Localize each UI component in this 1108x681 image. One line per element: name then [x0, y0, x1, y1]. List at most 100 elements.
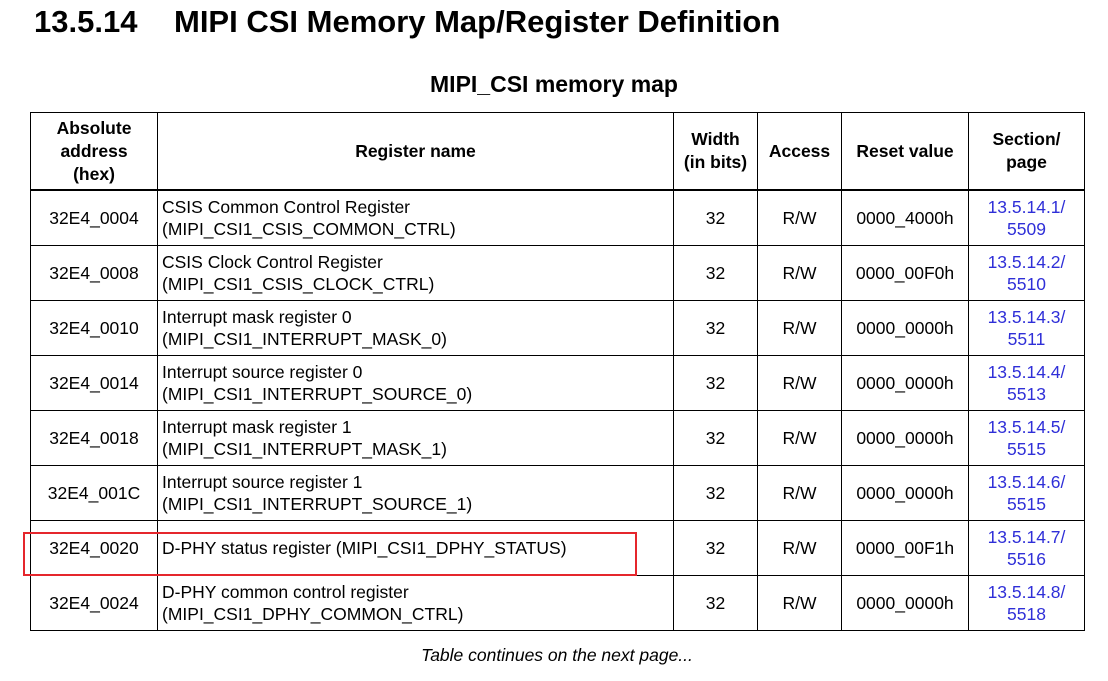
- register-name-line: D-PHY common control register: [162, 582, 409, 602]
- cell-address: 32E4_001C: [30, 465, 158, 521]
- register-name-line: CSIS Clock Control Register: [162, 252, 383, 272]
- cell-register-name: CSIS Common Control Register (MIPI_CSI1_C…: [157, 189, 674, 246]
- register-name-line: (MIPI_CSI1_INTERRUPT_MASK_1): [162, 439, 447, 459]
- section-link-line[interactable]: 5516: [973, 548, 1080, 570]
- section-link-line[interactable]: 13.5.14.5/: [973, 416, 1080, 438]
- cell-address: 32E4_0018: [30, 410, 158, 466]
- section-link-line[interactable]: 5518: [973, 603, 1080, 625]
- header-absolute-address: Absolute address (hex): [30, 112, 158, 191]
- cell-section-link[interactable]: 13.5.14.6/5515: [968, 465, 1085, 521]
- cell-width: 32: [673, 410, 758, 466]
- cell-access: R/W: [757, 465, 842, 521]
- header-section-line-2: page: [1006, 152, 1047, 172]
- table-header-row: Absolute address (hex) Register name Wid…: [30, 112, 1085, 191]
- cell-width: 32: [673, 465, 758, 521]
- cell-section-link[interactable]: 13.5.14.4/5513: [968, 355, 1085, 411]
- cell-register-name: CSIS Clock Control Register (MIPI_CSI1_CS…: [157, 245, 674, 301]
- register-name-line: Interrupt mask register 0: [162, 307, 352, 327]
- cell-section-link[interactable]: 13.5.14.8/5518: [968, 575, 1085, 631]
- cell-reset-value: 0000_00F0h: [841, 245, 969, 301]
- table-caption: MIPI_CSI memory map: [430, 71, 678, 97]
- cell-register-name: D-PHY common control register (MIPI_CSI1_…: [157, 575, 674, 631]
- cell-reset-value: 0000_0000h: [841, 465, 969, 521]
- cell-register-name: Interrupt mask register 0 (MIPI_CSI1_INTE…: [157, 300, 674, 356]
- section-link-line[interactable]: 5511: [973, 328, 1080, 350]
- register-name-line: CSIS Common Control Register: [162, 197, 410, 217]
- cell-reset-value: 0000_0000h: [841, 300, 969, 356]
- section-link-line[interactable]: 13.5.14.3/: [973, 306, 1080, 328]
- cell-width: 32: [673, 189, 758, 246]
- header-address-line-3: (hex): [73, 163, 115, 184]
- register-name-line: (MIPI_CSI1_INTERRUPT_SOURCE_1): [162, 494, 473, 514]
- header-width-line-2: (in bits): [683, 152, 748, 172]
- cell-address: 32E4_0014: [30, 355, 158, 411]
- cell-reset-value: 0000_0000h: [841, 410, 969, 466]
- cell-access: R/W: [757, 300, 842, 356]
- cell-register-name: D-PHY status register (MIPI_CSI1_DPHY_ST…: [157, 520, 674, 576]
- section-link-line[interactable]: 13.5.14.6/: [973, 471, 1080, 493]
- cell-access: R/W: [757, 410, 842, 466]
- cell-access: R/W: [757, 520, 842, 576]
- register-name-line: Interrupt source register 1: [162, 472, 363, 492]
- cell-register-name: Interrupt source register 0 (MIPI_CSI1_IN…: [157, 355, 674, 411]
- section-number: 13.5.14: [34, 4, 138, 39]
- register-name-line: Interrupt mask register 1: [162, 417, 352, 437]
- cell-access: R/W: [757, 575, 842, 631]
- cell-reset-value: 0000_0000h: [841, 575, 969, 631]
- cell-section-link[interactable]: 13.5.14.7/5516: [968, 520, 1085, 576]
- section-link-line[interactable]: 13.5.14.4/: [973, 361, 1080, 383]
- register-name-line: (MIPI_CSI1_DPHY_COMMON_CTRL): [162, 604, 464, 624]
- header-access: Access: [757, 112, 842, 191]
- cell-address: 32E4_0010: [30, 300, 158, 356]
- section-link-line[interactable]: 13.5.14.8/: [973, 581, 1080, 603]
- cell-access: R/W: [757, 355, 842, 411]
- cell-section-link[interactable]: 13.5.14.5/5515: [968, 410, 1085, 466]
- cell-access: R/W: [757, 245, 842, 301]
- cell-reset-value: 0000_00F1h: [841, 520, 969, 576]
- section-title: MIPI CSI Memory Map/Register Definition: [174, 4, 781, 39]
- cell-register-name: Interrupt mask register 1 (MIPI_CSI1_INTE…: [157, 410, 674, 466]
- table-body: 32E4_0004 CSIS Common Control Register (MI…: [30, 189, 1085, 631]
- header-reset-value: Reset value: [841, 112, 969, 191]
- cell-address: 32E4_0020: [30, 520, 158, 576]
- header-section-line-1: Section/: [992, 129, 1061, 149]
- cell-width: 32: [673, 300, 758, 356]
- table-row: 32E4_0004 CSIS Common Control Register (MI…: [30, 189, 1085, 246]
- register-name-line: (MIPI_CSI1_INTERRUPT_MASK_0): [162, 329, 447, 349]
- section-link-line[interactable]: 5513: [973, 383, 1080, 405]
- header-width: Width (in bits): [673, 112, 758, 191]
- section-link-line[interactable]: 5510: [973, 273, 1080, 295]
- register-name-line: (MIPI_CSI1_CSIS_CLOCK_CTRL): [162, 274, 435, 294]
- header-register-name: Register name: [157, 112, 674, 191]
- register-name-line: (MIPI_CSI1_INTERRUPT_SOURCE_0): [162, 384, 473, 404]
- header-address-line-2: address: [60, 140, 128, 161]
- cell-address: 32E4_0024: [30, 575, 158, 631]
- section-link-line[interactable]: 13.5.14.7/: [973, 526, 1080, 548]
- register-name-line: D-PHY status register (MIPI_CSI1_DPHY_ST…: [162, 538, 567, 558]
- cell-width: 32: [673, 520, 758, 576]
- cell-section-link[interactable]: 13.5.14.2/5510: [968, 245, 1085, 301]
- table-row: 32E4_0024 D-PHY common control register (M…: [30, 575, 1085, 631]
- cell-section-link[interactable]: 13.5.14.1/5509: [968, 189, 1085, 246]
- cell-address: 32E4_0004: [30, 189, 158, 246]
- cell-width: 32: [673, 245, 758, 301]
- header-width-line-1: Width: [691, 129, 740, 149]
- section-link-line[interactable]: 5515: [973, 438, 1080, 460]
- section-link-line[interactable]: 5509: [973, 218, 1080, 240]
- cell-reset-value: 0000_4000h: [841, 189, 969, 246]
- section-link-line[interactable]: 13.5.14.1/: [973, 196, 1080, 218]
- cell-address: 32E4_0008: [30, 245, 158, 301]
- header-section-page: Section/ page: [968, 112, 1085, 191]
- cell-register-name: Interrupt source register 1 (MIPI_CSI1_IN…: [157, 465, 674, 521]
- cell-access: R/W: [757, 189, 842, 246]
- header-address-line-1: Absolute: [56, 117, 132, 138]
- table-row: 32E4_0018 Interrupt mask register 1 (MIPI_…: [30, 410, 1085, 466]
- continuation-note: Table continues on the next page...: [421, 645, 693, 665]
- register-name-line: Interrupt source register 0: [162, 362, 363, 382]
- section-link-line[interactable]: 13.5.14.2/: [973, 251, 1080, 273]
- table-row: 32E4_0014 Interrupt source register 0 (MIP…: [30, 355, 1085, 411]
- cell-width: 32: [673, 355, 758, 411]
- section-link-line[interactable]: 5515: [973, 493, 1080, 515]
- cell-width: 32: [673, 575, 758, 631]
- cell-section-link[interactable]: 13.5.14.3/5511: [968, 300, 1085, 356]
